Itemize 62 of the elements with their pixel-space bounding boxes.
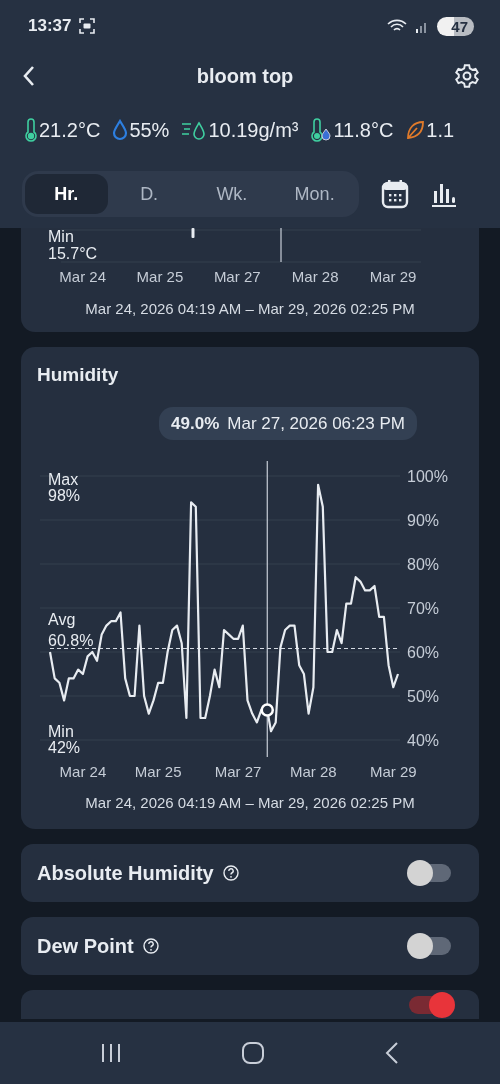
drop-icon <box>112 119 129 141</box>
axis-tick-label: 90% <box>407 512 440 529</box>
page-title: bloom top <box>195 64 295 88</box>
average-label: Avg <box>48 611 76 628</box>
card-title: Humidity <box>36 363 120 387</box>
axis-tick-label: 100% <box>407 468 448 485</box>
axis-tick-label: 60% <box>407 644 440 661</box>
range-tab[interactable]: Wk. <box>190 174 274 214</box>
screenshot-icon <box>79 18 96 34</box>
min-value: 42% <box>48 739 81 756</box>
axis-tick-label: Mar 24 <box>59 763 107 780</box>
max-label: Max <box>48 471 79 488</box>
reading-value: 21.2°C <box>39 118 101 142</box>
date-range: Mar 24, 2026 04:19 AM – Mar 29, 2026 02:25 PM <box>84 793 416 813</box>
reading-value: 55% <box>129 118 170 142</box>
thermometer-drop-icon <box>310 118 333 142</box>
reading-value: 11.8°C <box>333 118 394 142</box>
min-value: 15.7°C <box>48 245 98 262</box>
tooltip-value: 49.0% <box>171 413 220 434</box>
help-icon[interactable] <box>221 864 240 882</box>
axis-tick-label: Mar 29 <box>369 268 417 285</box>
range-tab[interactable]: Hr. <box>25 174 108 214</box>
min-label: Min <box>48 723 74 740</box>
axis-tick-label: Mar 27 <box>214 763 262 780</box>
average-value: 60.8% <box>48 632 94 649</box>
max-value: 98% <box>48 487 81 504</box>
reading-value: 10.19g/m³ <box>208 118 299 142</box>
axis-tick-label: Mar 28 <box>290 763 337 780</box>
cursor-line <box>280 228 282 263</box>
axis-tick-label: 80% <box>407 556 440 573</box>
date-range: Mar 24, 2026 04:19 AM – Mar 29, 2026 02:25 PM <box>84 299 416 319</box>
axis-tick-label: 50% <box>407 688 440 705</box>
battery-indicator: 47 <box>437 16 474 36</box>
axis-tick-label: 70% <box>407 600 440 617</box>
reading-value: 1.1 <box>426 118 455 142</box>
axis-tick-label: Mar 27 <box>213 268 261 285</box>
axis-tick-label: Mar 24 <box>59 268 107 285</box>
bar-chart-button[interactable] <box>431 181 457 207</box>
axis-tick-label: Mar 28 <box>291 268 339 285</box>
thermometer-icon <box>24 118 38 142</box>
help-icon[interactable] <box>141 937 160 955</box>
range-tab[interactable]: D. <box>107 174 191 214</box>
recent-apps-button[interactable] <box>99 1043 122 1063</box>
toggle-label: Absolute Humidity <box>37 861 214 885</box>
wind-drop-icon <box>181 119 208 141</box>
axis-tick-label: Mar 25 <box>134 763 182 780</box>
tooltip-time: Mar 27, 2026 06:23 PM <box>227 413 405 434</box>
axis-tick-label: 40% <box>407 732 440 749</box>
calendar-button[interactable] <box>381 179 409 209</box>
home-button[interactable] <box>241 1041 265 1065</box>
axis-tick-label: Mar 25 <box>136 268 184 285</box>
settings-button[interactable] <box>454 63 480 89</box>
axis-tick-label: Mar 29 <box>369 763 417 780</box>
temperature-line <box>191 228 195 238</box>
clock: 13:37 <box>28 16 72 36</box>
cursor-marker[interactable] <box>260 703 274 717</box>
toggle-label: Dew Point <box>37 934 134 958</box>
back-button[interactable] <box>384 1041 401 1065</box>
range-tab[interactable]: Mon. <box>273 174 356 214</box>
back-button[interactable] <box>22 65 36 87</box>
leaf-icon <box>405 119 426 141</box>
min-label: Min <box>48 228 74 245</box>
